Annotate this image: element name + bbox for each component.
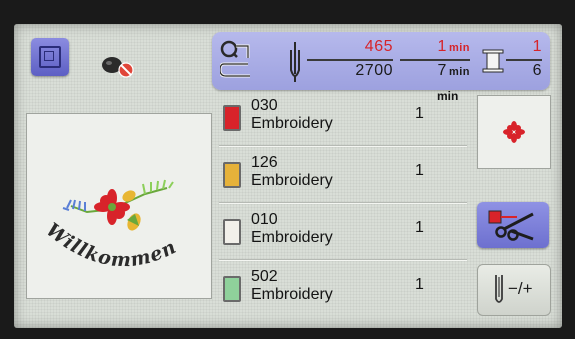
thread-color-swatch xyxy=(223,162,241,188)
needle-position-adjust-button[interactable]: −/+ xyxy=(477,264,551,316)
frame-inner-icon xyxy=(44,51,54,61)
color-divider xyxy=(506,59,542,61)
thread-name: Embroidery xyxy=(251,229,333,246)
presser-foot-lock-icon xyxy=(102,57,134,78)
time-divider xyxy=(400,59,470,61)
color-row-4[interactable]: 502 Embroidery 1 xyxy=(219,262,467,318)
color-row-1[interactable]: 030 Embroidery 1 xyxy=(219,91,467,147)
lcd-screen: 465 2700 1 min 7 min 1 6 Willkommen min … xyxy=(14,24,562,328)
row-divider xyxy=(219,146,467,147)
time-unit-top: min xyxy=(448,42,470,54)
thread-code: 502 xyxy=(251,268,278,285)
row-divider xyxy=(219,260,467,261)
scissors-icon xyxy=(488,210,534,241)
thread-minutes: 1 xyxy=(415,162,424,179)
needle-adjust-icon xyxy=(495,275,503,303)
color-total: 6 xyxy=(532,62,542,79)
thread-code: 010 xyxy=(251,211,278,228)
thread-spool-icon xyxy=(482,49,504,73)
red-flower-icon xyxy=(503,121,525,143)
color-counter: 1 6 xyxy=(506,38,542,84)
thread-color-swatch xyxy=(223,219,241,245)
design-preview-art: Willkommen xyxy=(42,179,181,271)
thread-code: 030 xyxy=(251,97,278,114)
time-unit-bottom: min xyxy=(448,66,470,78)
time-total: 7 xyxy=(437,62,447,79)
color-row-2[interactable]: 126 Embroidery 1 xyxy=(219,148,467,204)
design-preview: Willkommen xyxy=(26,113,212,299)
current-color-thumbnail xyxy=(477,95,551,169)
thread-trim-button[interactable] xyxy=(477,202,549,248)
stitch-divider xyxy=(307,59,393,61)
color-current: 1 xyxy=(532,38,542,55)
time-counter: 1 min 7 min xyxy=(400,38,470,84)
thread-minutes: 1 xyxy=(415,105,424,122)
time-current: 1 xyxy=(437,38,447,55)
thread-name: Embroidery xyxy=(251,172,333,189)
status-panel: 465 2700 1 min 7 min 1 6 xyxy=(212,32,550,90)
stitch-total: 2700 xyxy=(355,62,393,79)
thread-minutes: 1 xyxy=(415,276,424,293)
thread-code: 126 xyxy=(251,154,278,171)
stitch-current: 465 xyxy=(364,38,393,55)
willkommen-text: Willkommen xyxy=(42,219,181,271)
needle-icon xyxy=(290,42,300,82)
stitch-counter: 465 2700 xyxy=(307,38,393,84)
thread-color-swatch xyxy=(223,276,241,302)
flower-motif xyxy=(62,179,174,231)
stitch-foot-icon xyxy=(220,40,250,78)
color-row-3[interactable]: 010 Embroidery 1 xyxy=(219,205,467,261)
adjust-label: −/+ xyxy=(508,279,533,298)
thread-name: Embroidery xyxy=(251,115,333,132)
device-bezel: 465 2700 1 min 7 min 1 6 Willkommen min … xyxy=(0,0,575,339)
embroidery-frame-button[interactable] xyxy=(31,38,69,76)
thread-minutes: 1 xyxy=(415,219,424,236)
row-divider xyxy=(219,203,467,204)
thread-color-swatch xyxy=(223,105,241,131)
thread-name: Embroidery xyxy=(251,286,333,303)
